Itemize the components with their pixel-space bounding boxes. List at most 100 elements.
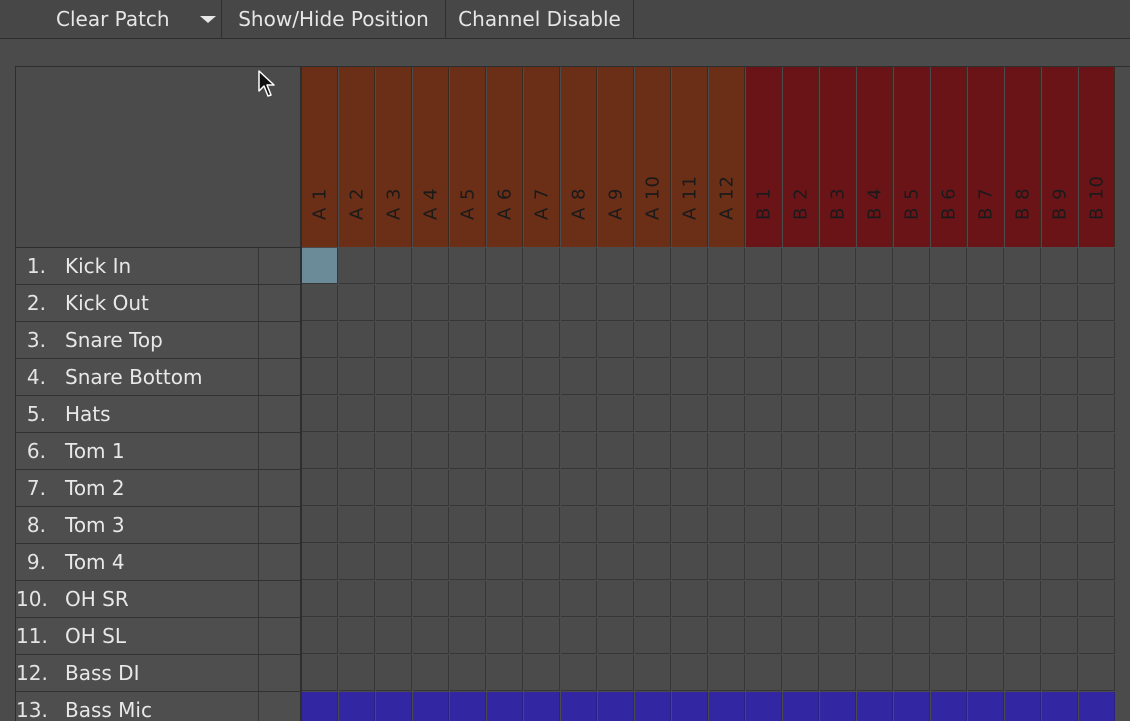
- patch-cell[interactable]: [672, 470, 708, 506]
- patch-cell[interactable]: [857, 581, 893, 617]
- column-header-b8[interactable]: B 8: [1005, 67, 1041, 247]
- patch-cell[interactable]: [1079, 359, 1115, 395]
- patch-cell[interactable]: [302, 470, 338, 506]
- patch-cell[interactable]: [376, 470, 412, 506]
- patch-cell[interactable]: [413, 248, 449, 284]
- show-hide-position-button[interactable]: Show/Hide Position: [222, 0, 446, 38]
- channel-row-header[interactable]: 7. Tom 2: [16, 470, 300, 507]
- patch-cell[interactable]: [1042, 433, 1078, 469]
- patch-cell[interactable]: [635, 396, 671, 432]
- patch-cell[interactable]: [487, 470, 523, 506]
- patch-cell[interactable]: [1042, 470, 1078, 506]
- patch-cell[interactable]: [1005, 581, 1041, 617]
- patch-cell[interactable]: [561, 248, 597, 284]
- patch-cell[interactable]: [413, 618, 449, 654]
- patch-cell[interactable]: [709, 618, 745, 654]
- patch-cell[interactable]: [1005, 396, 1041, 432]
- patch-cell[interactable]: [894, 285, 930, 321]
- patch-cell[interactable]: [376, 507, 412, 543]
- patch-cell[interactable]: [894, 544, 930, 580]
- patch-cell[interactable]: [672, 618, 708, 654]
- column-header-a2[interactable]: A 2: [339, 67, 375, 247]
- patch-cell[interactable]: [746, 618, 782, 654]
- patch-cell[interactable]: [1005, 618, 1041, 654]
- patch-cell[interactable]: [413, 544, 449, 580]
- patch-cell[interactable]: [487, 433, 523, 469]
- patch-cell[interactable]: [450, 322, 486, 358]
- patch-cell[interactable]: [931, 470, 967, 506]
- column-header-a10[interactable]: A 10: [635, 67, 671, 247]
- patch-cell[interactable]: [598, 285, 634, 321]
- patch-cell[interactable]: [1042, 322, 1078, 358]
- patch-cell[interactable]: [302, 322, 338, 358]
- patch-cell[interactable]: [635, 655, 671, 691]
- patch-cell[interactable]: [376, 359, 412, 395]
- patch-cell[interactable]: [598, 470, 634, 506]
- patch-cell[interactable]: [302, 507, 338, 543]
- patch-cell[interactable]: [1042, 618, 1078, 654]
- patch-cell[interactable]: [302, 248, 338, 284]
- channel-row-header[interactable]: 12. Bass DI: [16, 655, 300, 692]
- patch-cell[interactable]: [968, 359, 1004, 395]
- patch-cell[interactable]: [487, 581, 523, 617]
- patch-cell[interactable]: [635, 285, 671, 321]
- patch-cell[interactable]: [339, 285, 375, 321]
- patch-cell[interactable]: [783, 581, 819, 617]
- column-header-b1[interactable]: B 1: [746, 67, 782, 247]
- patch-cell[interactable]: [487, 285, 523, 321]
- patch-cell[interactable]: [561, 359, 597, 395]
- patch-cell[interactable]: [561, 581, 597, 617]
- patch-cell[interactable]: [672, 655, 708, 691]
- channel-row-header[interactable]: 4. Snare Bottom: [16, 359, 300, 396]
- patch-cell[interactable]: [376, 248, 412, 284]
- patch-cell[interactable]: [1042, 655, 1078, 691]
- patch-cell[interactable]: [635, 433, 671, 469]
- patch-cell[interactable]: [672, 285, 708, 321]
- patch-cell[interactable]: [857, 692, 893, 721]
- patch-cell[interactable]: [413, 396, 449, 432]
- patch-cell[interactable]: [339, 544, 375, 580]
- patch-cell[interactable]: [709, 285, 745, 321]
- patch-cell[interactable]: [1005, 507, 1041, 543]
- patch-cell[interactable]: [931, 396, 967, 432]
- patch-cell[interactable]: [968, 285, 1004, 321]
- patch-cell[interactable]: [857, 359, 893, 395]
- patch-cell[interactable]: [783, 359, 819, 395]
- patch-cell[interactable]: [561, 322, 597, 358]
- patch-cell[interactable]: [820, 359, 856, 395]
- column-header-b4[interactable]: B 4: [857, 67, 893, 247]
- patch-cell[interactable]: [450, 433, 486, 469]
- patch-cell[interactable]: [672, 322, 708, 358]
- patch-cell[interactable]: [339, 655, 375, 691]
- channel-disable-button[interactable]: Channel Disable: [446, 0, 634, 38]
- patch-cell[interactable]: [413, 433, 449, 469]
- patch-cell[interactable]: [709, 433, 745, 469]
- patch-cell[interactable]: [487, 322, 523, 358]
- column-header-a11[interactable]: A 11: [672, 67, 708, 247]
- patch-cell[interactable]: [968, 618, 1004, 654]
- patch-cell[interactable]: [672, 692, 708, 721]
- patch-cell[interactable]: [524, 581, 560, 617]
- patch-cell[interactable]: [561, 285, 597, 321]
- patch-cell[interactable]: [820, 322, 856, 358]
- patch-cell[interactable]: [709, 655, 745, 691]
- patch-cell[interactable]: [450, 396, 486, 432]
- patch-cell[interactable]: [1079, 248, 1115, 284]
- patch-cell[interactable]: [450, 507, 486, 543]
- patch-cell[interactable]: [894, 248, 930, 284]
- patch-cell[interactable]: [524, 433, 560, 469]
- patch-cell[interactable]: [746, 470, 782, 506]
- column-header-a6[interactable]: A 6: [487, 67, 523, 247]
- patch-cell[interactable]: [894, 322, 930, 358]
- patch-cell[interactable]: [1005, 359, 1041, 395]
- patch-cell[interactable]: [857, 248, 893, 284]
- patch-cell[interactable]: [561, 396, 597, 432]
- patch-cell[interactable]: [376, 581, 412, 617]
- patch-cell[interactable]: [894, 470, 930, 506]
- patch-cell[interactable]: [783, 248, 819, 284]
- patch-cell[interactable]: [820, 285, 856, 321]
- column-header-b2[interactable]: B 2: [783, 67, 819, 247]
- patch-cell[interactable]: [783, 433, 819, 469]
- patch-cell[interactable]: [302, 433, 338, 469]
- patch-cell[interactable]: [487, 544, 523, 580]
